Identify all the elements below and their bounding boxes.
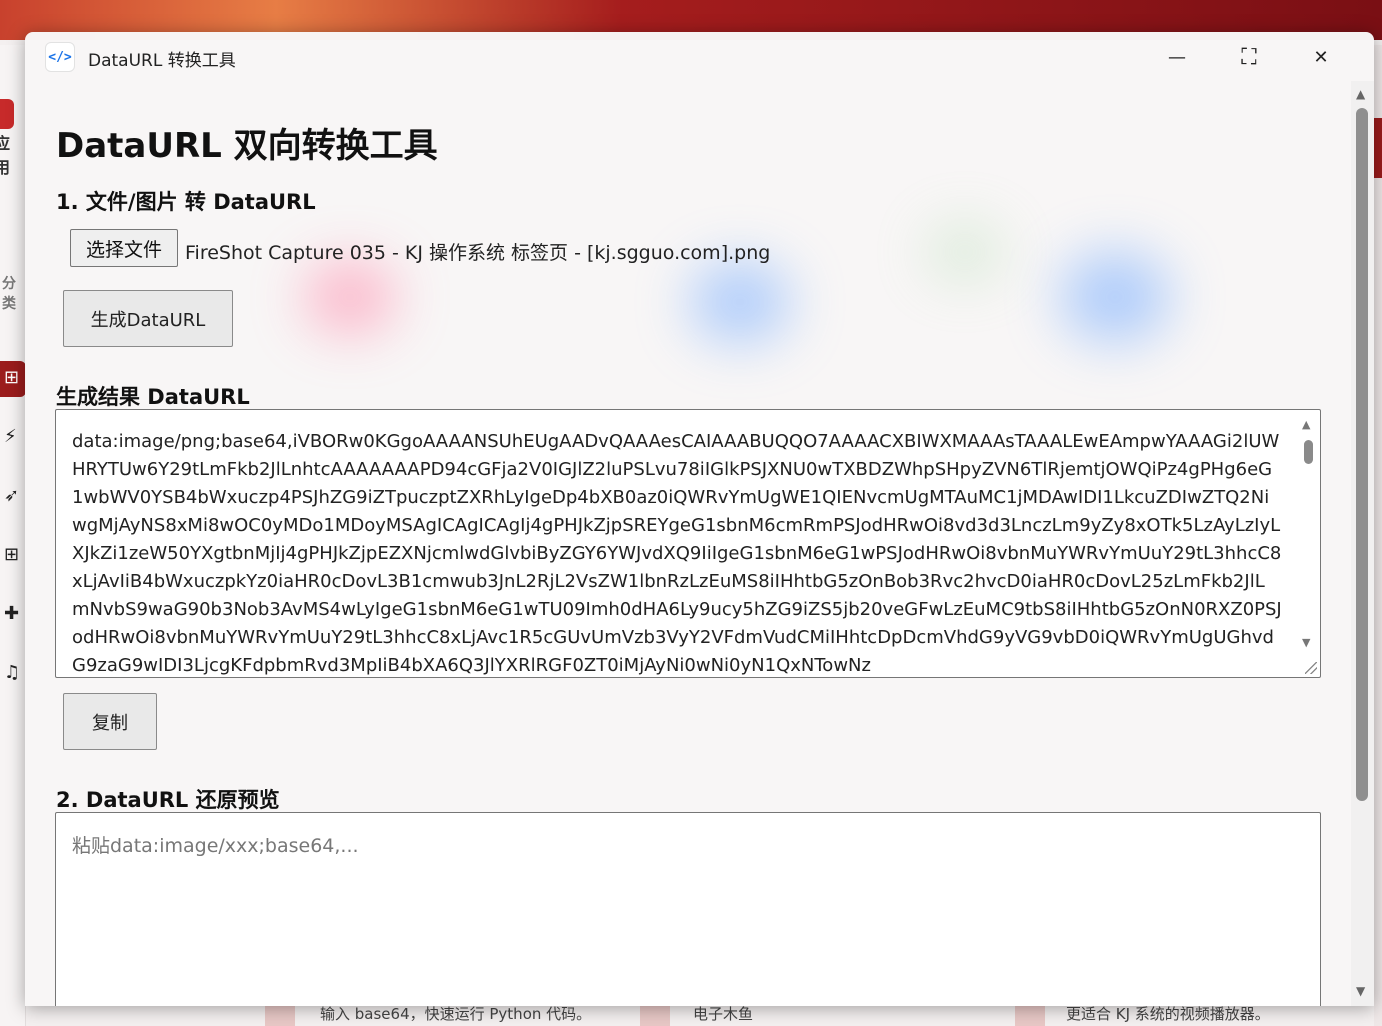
background-sidebar-label-category: 分类 — [2, 276, 16, 312]
result-scrollbar[interactable]: ▲ ▼ — [1298, 412, 1318, 676]
result-scroll-thumb[interactable] — [1304, 440, 1313, 464]
table-icon[interactable]: ⊞ — [4, 545, 24, 565]
dataurl-input-placeholder: 粘贴data:image/xxx;base64,... — [72, 835, 359, 857]
maximize-button[interactable]: ⛶ — [1227, 40, 1271, 74]
background-card-edge — [640, 1004, 670, 1026]
result-textarea[interactable]: data:image/png;base64,iVBORw0KGgoAAAANSU… — [55, 409, 1321, 678]
lightning-icon[interactable]: ⚡ — [4, 427, 24, 447]
scroll-up-icon[interactable]: ▲ — [1302, 418, 1310, 431]
section1-title: 1. 文件/图片 转 DataURL — [56, 190, 316, 214]
background-card-text: 电子木鱼 — [693, 1005, 754, 1023]
decor-blob — [925, 222, 1005, 282]
close-button[interactable]: ✕ — [1299, 40, 1343, 74]
copy-button[interactable]: 复制 — [63, 693, 157, 750]
background-card-text: 更适合 KJ 系统的视频播放器。 — [1066, 1005, 1270, 1023]
scroll-up-icon[interactable]: ▲ — [1356, 87, 1365, 101]
background-logo — [0, 99, 14, 129]
scroll-down-icon[interactable]: ▼ — [1356, 984, 1365, 998]
window-scrollbar[interactable]: ▲ ▼ — [1351, 81, 1374, 1006]
decor-blob — [690, 262, 790, 342]
generate-dataurl-button[interactable]: 生成DataURL — [63, 290, 233, 347]
choose-file-button[interactable]: 选择文件 — [70, 229, 178, 267]
dataurl-input-textarea[interactable]: 粘贴data:image/xxx;base64,... — [55, 812, 1321, 1006]
background-card-edge — [265, 1004, 295, 1026]
window-title: DataURL 转换工具 — [88, 51, 236, 71]
section2-title: 2. DataURL 还原预览 — [56, 788, 280, 812]
resize-grip-icon[interactable] — [1305, 662, 1317, 674]
dataurl-tool-window: </> DataURL 转换工具 — ⛶ ✕ DataURL 双向转换工具 1.… — [25, 32, 1374, 1006]
result-title: 生成结果 DataURL — [56, 385, 250, 409]
decor-blob — [1060, 252, 1170, 342]
background-sidebar-label-apps: 应用 — [0, 134, 11, 177]
selected-file-name: FireShot Capture 035 - KJ 操作系统 标签页 - [kj… — [185, 242, 771, 264]
window-titlebar[interactable]: </> DataURL 转换工具 — ⛶ ✕ — [25, 32, 1374, 81]
scroll-down-icon[interactable]: ▼ — [1302, 636, 1310, 649]
result-text: data:image/png;base64,iVBORw0KGgoAAAANSU… — [72, 431, 1282, 676]
rocket-icon[interactable]: ➶ — [4, 486, 24, 506]
background-card-text: 输入 base64，快速运行 Python 代码。 — [320, 1005, 592, 1023]
page-title: DataURL 双向转换工具 — [56, 126, 438, 166]
grid-icon[interactable]: ⊞ — [4, 368, 24, 388]
window-scroll-thumb[interactable] — [1356, 108, 1368, 801]
background-card-edge — [1015, 1004, 1045, 1026]
background-right-strip — [1374, 45, 1382, 1026]
decor-blob — [305, 262, 395, 332]
code-icon: </> — [45, 42, 75, 72]
minimize-button[interactable]: — — [1155, 40, 1199, 74]
music-icon[interactable]: ♫ — [4, 663, 24, 683]
background-sidebar: 应用 分类 ⊞ ⚡ ➶ ⊞ ✚ ♫ — [0, 45, 26, 1026]
puzzle-icon[interactable]: ✚ — [4, 604, 24, 624]
